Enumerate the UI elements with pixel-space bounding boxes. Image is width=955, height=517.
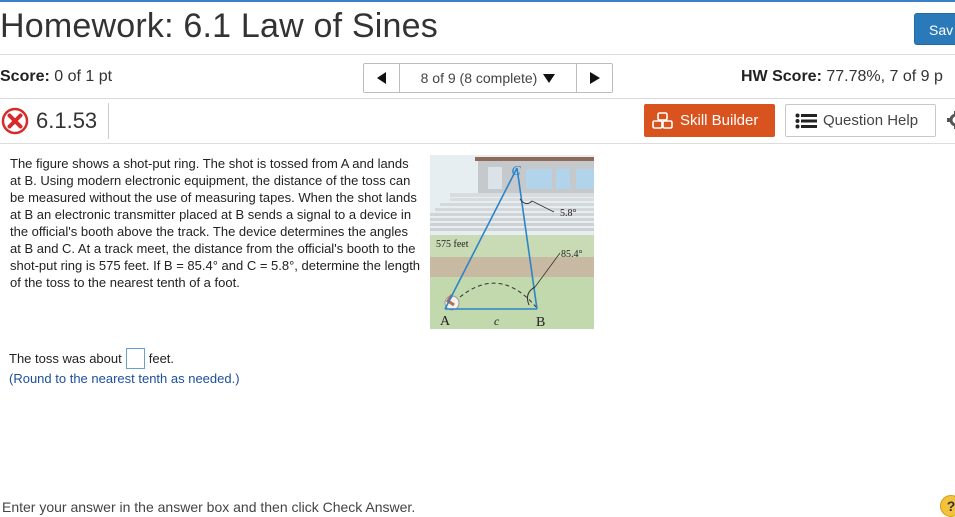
- page-title: Homework: 6.1 Law of Sines: [0, 7, 438, 45]
- answer-input[interactable]: [125, 348, 145, 369]
- next-question-button[interactable]: [576, 64, 612, 92]
- skill-builder-button[interactable]: Skill Builder: [644, 104, 775, 137]
- divider: [0, 143, 955, 144]
- figure-label-c: c: [494, 314, 500, 328]
- question-navigator: 8 of 9 (8 complete): [363, 63, 613, 93]
- top-accent-line: [0, 0, 955, 2]
- divider: [0, 98, 955, 99]
- question-help-label: Question Help: [823, 112, 919, 129]
- rounding-note: (Round to the nearest tenth as needed.): [9, 371, 240, 386]
- figure-angle-B: 85.4°: [561, 249, 583, 260]
- footer-instruction: Enter your answer in the answer box and …: [2, 499, 416, 515]
- answer-line: The toss was about feet.: [9, 348, 174, 369]
- question-number: 6.1.53: [36, 108, 98, 133]
- figure-side-label: 575 feet: [436, 239, 469, 250]
- answer-suffix: feet.: [148, 351, 175, 366]
- figure-label-B: B: [536, 315, 545, 329]
- divider: [0, 54, 955, 55]
- figure-label-A: A: [440, 314, 451, 329]
- triangle-right-icon: [589, 72, 600, 84]
- problem-statement: The figure shows a shot-put ring. The sh…: [10, 156, 421, 290]
- question-selector-label: 8 of 9 (8 complete): [420, 70, 538, 86]
- hw-score-value: 77.78%, 7 of 9 p: [826, 68, 943, 85]
- previous-question-button[interactable]: [364, 64, 400, 92]
- divider: [108, 103, 109, 139]
- gear-icon[interactable]: [944, 110, 955, 130]
- hw-score: HW Score: 77.78%, 7 of 9 p: [741, 68, 943, 86]
- shot-put-ring-figure: C 5.8° 575 feet 85.4° A c B: [430, 155, 594, 329]
- score: Score: 0 of 1 pt: [0, 68, 112, 86]
- triangle-down-icon: [543, 73, 556, 83]
- hw-score-label: HW Score:: [741, 68, 822, 85]
- question-help-button[interactable]: Question Help: [785, 104, 936, 137]
- blocks-icon: [652, 111, 673, 129]
- triangle-left-icon: [376, 72, 386, 84]
- figure-angle-C: 5.8°: [560, 208, 577, 219]
- list-icon: [795, 113, 817, 128]
- help-question-icon[interactable]: ?: [940, 495, 955, 517]
- question-selector[interactable]: 8 of 9 (8 complete): [400, 64, 576, 92]
- score-value: 0 of 1 pt: [54, 68, 113, 85]
- save-button[interactable]: Sav: [914, 13, 955, 45]
- score-label: Score:: [0, 68, 50, 85]
- figure-label-C: C: [511, 164, 521, 179]
- skill-builder-label: Skill Builder: [680, 112, 759, 129]
- answer-prefix: The toss was about: [9, 351, 122, 366]
- incorrect-x-icon: [1, 107, 29, 135]
